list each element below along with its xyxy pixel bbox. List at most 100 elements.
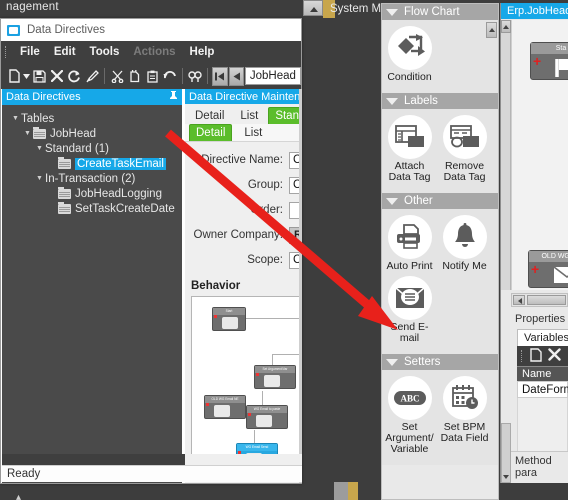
flow-link [246, 318, 302, 319]
menu-help[interactable]: Help [183, 44, 222, 60]
menu-edit[interactable]: Edit [47, 44, 83, 60]
expander-icon[interactable]: ▼ [34, 175, 45, 182]
palette-item-notify-me[interactable]: Notify Me [437, 215, 492, 272]
designer-vertical-scrollbar[interactable] [501, 423, 511, 483]
palette-item-attach-data-tag[interactable]: Attach Data Tag [382, 115, 437, 183]
save-icon[interactable] [31, 66, 47, 87]
palette-item-remove-data-tag[interactable]: Remove Data Tag [437, 115, 492, 183]
tree-node-settaskcreatedate[interactable]: SetTaskCreateDate [2, 201, 182, 216]
desktop-bottom-gray-strip [334, 482, 348, 500]
designer-horizontal-scrollbar[interactable] [511, 293, 568, 307]
desktop-scroll-up-button[interactable] [303, 0, 323, 16]
flow-link [262, 391, 263, 406]
flow-node-old-wg-email[interactable]: OLD WG Email NE [204, 395, 246, 419]
tree-node-label: Standard (1) [45, 142, 109, 155]
flow-node-glyph [256, 415, 272, 427]
tab-detail-primary[interactable]: Detail [189, 108, 230, 124]
palette-item-auto-print[interactable]: Auto Print [382, 215, 437, 272]
toolbar-separator-1 [104, 68, 106, 84]
scrollbar-thumb[interactable] [527, 295, 566, 305]
palette-item-label: Auto Print [386, 260, 433, 272]
variables-grid-toolbar [517, 346, 568, 366]
desktop-title-center: System Ma [330, 3, 388, 15]
toolbar-separator-3 [207, 68, 209, 84]
tree-node-jobhead[interactable]: ▼ JobHead [2, 126, 182, 141]
delete-icon[interactable] [49, 66, 65, 87]
undo-icon[interactable] [162, 66, 178, 87]
tab-list-secondary[interactable]: List [238, 125, 268, 141]
designer-scroll-up-button[interactable] [501, 20, 511, 33]
expander-icon[interactable]: ▼ [22, 130, 33, 137]
cut-icon[interactable] [109, 66, 125, 87]
palette-group-header-labels[interactable]: Labels [382, 93, 498, 109]
new-icon[interactable] [6, 66, 22, 87]
primary-tabstrip: Detail List Standard In-Transaction [185, 104, 302, 124]
delete-row-icon[interactable] [548, 348, 561, 364]
flow-node-wg-email-paste[interactable]: WG Email to paste [246, 405, 288, 429]
refresh-icon[interactable] [66, 66, 82, 87]
scroll-left-button[interactable] [513, 295, 525, 305]
pin-icon[interactable] [169, 90, 178, 104]
tree-node-createtaskemail[interactable]: CreateTaskEmail [2, 156, 182, 171]
palette-scroll-up-button[interactable] [486, 22, 497, 38]
behavior-flowchart-canvas[interactable]: Start Condition 0 Set Argument/Var [191, 296, 302, 464]
palette-item-set-argument-variable[interactable]: ABC Set Argument/ Variable [382, 376, 437, 455]
palette-group-header-flow-chart[interactable]: Flow Chart [382, 4, 498, 20]
desktop-title-left: nagement [6, 1, 59, 13]
table-row[interactable]: DateFormatte [517, 381, 568, 398]
nav-first-button[interactable] [212, 66, 228, 86]
flow-node-badge [206, 403, 209, 406]
context-table-input[interactable]: JobHead [244, 67, 301, 85]
designer-canvas[interactable]: Sta + OLD WG E + [511, 20, 568, 290]
grid-grip[interactable] [521, 350, 524, 362]
designer-node-old-wg-email[interactable]: OLD WG E + [528, 250, 568, 288]
svg-text:ABC: ABC [400, 394, 419, 404]
menu-tools[interactable]: Tools [83, 44, 127, 60]
palette-item-send-email[interactable]: Send E- mail [382, 276, 437, 344]
tree-node-standard[interactable]: ▼ Standard (1) [2, 141, 182, 156]
variables-column-header[interactable]: Name [517, 366, 568, 381]
bell-icon [442, 215, 487, 259]
tree-node-tables[interactable]: ▼ Tables [2, 111, 182, 126]
expander-icon[interactable]: ▼ [34, 145, 45, 152]
scrollbar-thumb[interactable] [2, 454, 185, 465]
menubar-grip[interactable] [5, 46, 8, 58]
maintenance-vertical-scrollbar[interactable] [299, 89, 302, 483]
tree-node-in-transaction[interactable]: ▼ In-Transaction (2) [2, 171, 182, 186]
properties-label: Properties [511, 311, 568, 327]
designer-title: Erp.JobHead.U [501, 3, 568, 19]
new-dropdown-icon[interactable] [23, 66, 31, 87]
tree-node-label: JobHeadLogging [75, 187, 162, 200]
field-label: Scope: [247, 254, 283, 266]
abc-icon: ABC [387, 376, 432, 420]
palette-item-label: Condition [387, 71, 432, 83]
designer-left-gutter [501, 20, 511, 290]
flow-node-set-argument-1[interactable]: Set Argument/Var [254, 365, 296, 389]
palette-group-header-other[interactable]: Other [382, 193, 498, 209]
new-row-icon[interactable] [530, 347, 542, 365]
tab-variables[interactable]: Variables [517, 329, 568, 346]
tree-node-label: Tables [21, 112, 55, 125]
search-icon[interactable] [187, 66, 203, 87]
palette-item-set-bpm-data-field[interactable]: Set BPM Data Field [437, 376, 492, 455]
condition-arrows-icon [387, 26, 432, 70]
tab-standard[interactable]: Standard [268, 107, 302, 124]
field-label: Group: [247, 179, 283, 191]
tree-node-jobheadlogging[interactable]: JobHeadLogging [2, 186, 182, 201]
palette-item-condition[interactable]: Condition [382, 26, 437, 83]
nav-prev-button[interactable] [228, 66, 244, 86]
clear-icon[interactable] [84, 66, 100, 87]
menu-file[interactable]: File [13, 44, 47, 60]
palette-group-header-setters[interactable]: Setters [382, 354, 498, 370]
flow-node-start[interactable]: Start [212, 307, 246, 331]
folder-icon [58, 156, 71, 169]
tab-list-primary[interactable]: List [234, 108, 264, 124]
designer-node-start[interactable]: Sta + [530, 42, 568, 80]
horizontal-scrollbar[interactable] [2, 454, 302, 465]
paste-icon[interactable] [144, 66, 160, 87]
tree-node-label: CreateTaskEmail [75, 157, 166, 170]
tab-detail-secondary[interactable]: Detail [189, 124, 233, 141]
copy-icon[interactable] [127, 66, 143, 87]
screenshot-root: nagement System Ma ▴ Data Directives Fil… [0, 0, 568, 500]
expander-icon[interactable]: ▼ [10, 115, 21, 122]
